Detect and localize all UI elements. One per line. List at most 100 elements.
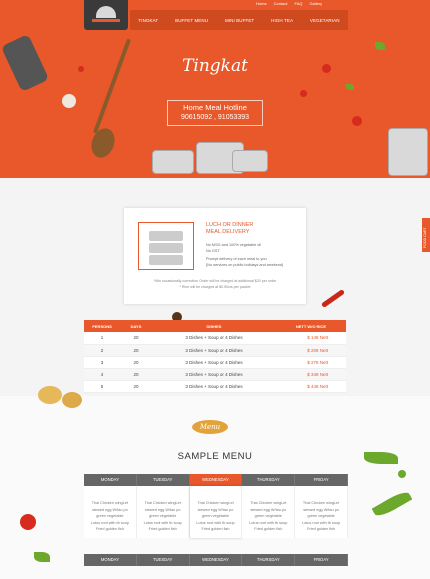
delivery-line: No GST: [206, 249, 220, 253]
day-header: TUESDAY: [136, 554, 190, 566]
hero-banner: Home Contact FAQ Gallery TINGKAT BUFFET …: [0, 0, 430, 178]
menu-day-thursday[interactable]: THURSDAY Thai Chicken wingLet stewed egg…: [242, 474, 296, 538]
tin-layer: [149, 243, 183, 253]
menu-day-monday[interactable]: MONDAY Thai Chicken wingLet stewed egg W…: [84, 474, 137, 538]
util-link-faq[interactable]: FAQ: [294, 1, 302, 6]
hero-bottom: [0, 178, 430, 208]
day-header: THURSDAY: [242, 474, 296, 486]
col-price: NETT W/O RICE: [276, 320, 346, 332]
menu-day-tuesday[interactable]: TUESDAY Thai Chicken wingLet stewed egg …: [136, 474, 190, 538]
chili-image: [320, 288, 346, 309]
delivery-note: *Min occasionally correction Order will …: [153, 279, 277, 283]
tomato-image: [20, 514, 36, 530]
nav-item-high-tea[interactable]: HIGH TEA: [271, 18, 293, 23]
tin-layer: [149, 231, 183, 241]
day-header: WEDNESDAY: [189, 474, 243, 486]
nav-item-vegetarian[interactable]: VEGETARIAN: [310, 18, 340, 23]
day-dishes: Thai Chicken wingLet stewed egg W/tau po…: [242, 486, 296, 538]
util-link-home[interactable]: Home: [256, 1, 267, 6]
nav-item-buffet-menu[interactable]: BUFFET MENU: [175, 18, 208, 23]
tomato-image: [300, 90, 307, 97]
table-row: 1 20 3 Dishes + Soup or 4 Dishes $ 148 N…: [84, 332, 346, 345]
menu-day-friday[interactable]: FRIDAY: [295, 554, 348, 566]
dish: Thai Chicken wingLet: [250, 501, 287, 505]
cell-dishes: 3 Dishes + Soup or 4 Dishes: [152, 344, 276, 357]
leaf-image: [346, 84, 354, 90]
potato-image: [62, 392, 82, 408]
cell-days: 20: [120, 356, 152, 369]
delivery-title: LUCH OR DINNER MEAL DELIVERY: [206, 222, 296, 236]
cell-days: 20: [120, 368, 152, 381]
food-cart-label: FOOD CART: [423, 227, 427, 248]
menu-day-tuesday[interactable]: TUESDAY: [136, 554, 190, 566]
table-row: 3 20 3 Dishes + Soup or 4 Dishes $ 278 N…: [84, 356, 346, 369]
util-link-contact[interactable]: Contact: [274, 1, 288, 6]
leaf-image: [375, 42, 385, 50]
cell-persons: 5: [84, 380, 120, 393]
sample-menu-title: SAMPLE MENU: [177, 451, 253, 462]
brand-title: Tingkat: [182, 56, 248, 76]
wooden-spoon-image: [93, 38, 131, 134]
cell-price: $ 278 Nett: [276, 356, 346, 369]
menu-day-monday[interactable]: MONDAY: [84, 554, 137, 566]
dish: Thai Chicken wingLet: [302, 501, 340, 505]
col-dishes: DISHES: [152, 320, 276, 332]
pot-image: [232, 150, 268, 172]
menu-week-2: MONDAY TUESDAY WEDNESDAY THURSDAY FRIDAY: [84, 554, 348, 566]
cell-days: 20: [120, 344, 152, 357]
day-header: FRIDAY: [295, 554, 348, 566]
dish: Thai Chicken wingLet: [144, 501, 181, 505]
day-header: THURSDAY: [242, 554, 296, 566]
site-logo[interactable]: [84, 0, 128, 30]
nav-item-tingkat[interactable]: TINGKAT: [138, 18, 158, 23]
day-dishes: Thai Chicken wingLet stewed egg W/tau po…: [84, 486, 137, 538]
delivery-note: * Rice will be charged at $0.50cts per p…: [179, 285, 251, 289]
day-header: FRIDAY: [295, 474, 348, 486]
leaf-image: [34, 552, 50, 562]
delivery-line: No MSG and 100% vegetable oil: [206, 243, 262, 247]
menu-day-wednesday[interactable]: WEDNESDAY: [189, 554, 243, 566]
hotline-phone[interactable]: 90615092 , 91053393: [168, 114, 262, 121]
delivery-line: Prompt delivery of each meal to you: [206, 257, 267, 261]
price-table: PERSONS DAYS DISHES NETT W/O RICE 1 20 3…: [84, 320, 346, 393]
day-header: WEDNESDAY: [189, 554, 243, 566]
cell-persons: 2: [84, 344, 120, 357]
cell-days: 20: [120, 332, 152, 345]
cell-persons: 1: [84, 332, 120, 345]
menu-day-thursday[interactable]: THURSDAY: [242, 554, 296, 566]
day-dishes: Thai Chicken wingLet stewed egg W/tau po…: [295, 486, 348, 538]
day-header: MONDAY: [84, 474, 137, 486]
cell-dishes: 3 Dishes + Soup or 4 Dishes: [152, 380, 276, 393]
delivery-title-line2: MEAL DELIVERY: [206, 229, 250, 235]
col-persons: PERSONS: [84, 320, 120, 332]
pea-image: [398, 470, 406, 478]
menu-day-friday[interactable]: FRIDAY Thai Chicken wingLet stewed egg W…: [295, 474, 348, 538]
util-link-gallery[interactable]: Gallery: [309, 1, 322, 6]
dish: Fried golden fish: [254, 527, 283, 531]
cell-dishes: 3 Dishes + Soup or 4 Dishes: [152, 332, 276, 345]
menu-week-1: MONDAY Thai Chicken wingLet stewed egg W…: [84, 474, 348, 538]
food-cart-tab[interactable]: FOOD CART: [422, 218, 430, 252]
delivery-line: (No services on public holidays and week…: [206, 263, 284, 267]
pot-image: [152, 150, 194, 174]
tiffin-image: [388, 128, 428, 176]
hotline-title: Home Meal Hotline: [183, 103, 247, 112]
cell-dishes: 3 Dishes + Soup or 4 Dishes: [152, 368, 276, 381]
nav-item-mini-buffet[interactable]: MINI BUFFET: [225, 18, 254, 23]
utility-nav: Home Contact FAQ Gallery: [256, 1, 322, 6]
table-header-row: PERSONS DAYS DISHES NETT W/O RICE: [84, 320, 346, 332]
dish: Fried golden fish: [307, 527, 336, 531]
cell-price: $ 348 Nett: [276, 368, 346, 381]
cell-price: $ 148 Nett: [276, 332, 346, 345]
menu-day-wednesday[interactable]: WEDNESDAY Thai Chicken wingLet stewed eg…: [189, 474, 243, 538]
dish: Fried golden fish: [201, 527, 230, 531]
day-dishes: Thai Chicken wingLet stewed egg W/tau po…: [136, 486, 190, 538]
cell-price: $ 208 Nett: [276, 344, 346, 357]
dish: Thai Chicken wingLet: [91, 501, 129, 505]
col-days: DAYS: [120, 320, 152, 332]
cell-persons: 3: [84, 356, 120, 369]
delivery-title-line1: LUCH OR DINNER: [206, 222, 254, 228]
cell-dishes: 3 Dishes + Soup or 4 Dishes: [152, 356, 276, 369]
table-row: 4 20 3 Dishes + Soup or 4 Dishes $ 348 N…: [84, 368, 346, 381]
cell-days: 20: [120, 380, 152, 393]
